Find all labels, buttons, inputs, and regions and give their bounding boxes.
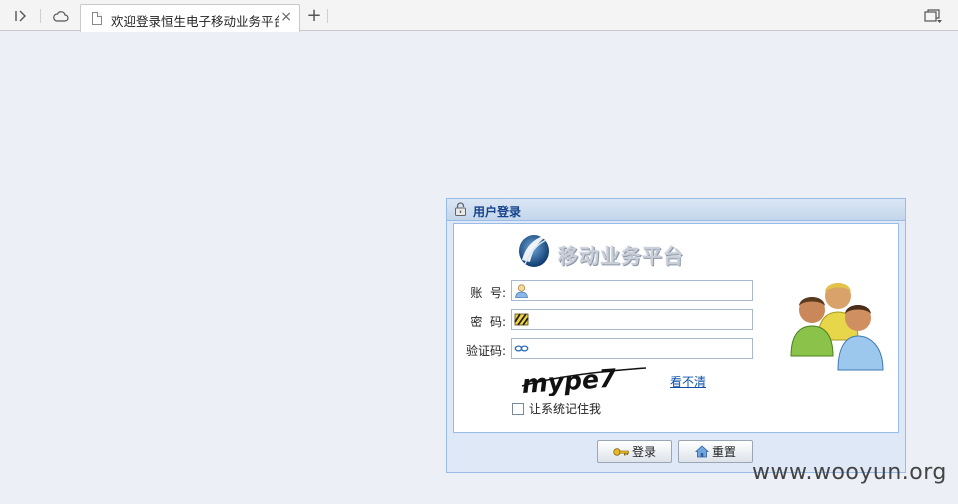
close-icon[interactable]: ×	[280, 9, 292, 25]
toolbar-divider	[40, 9, 41, 23]
panel-header: 用户登录	[447, 199, 905, 221]
new-tab-button[interactable]: +	[304, 5, 324, 27]
password-label: 密 码:	[470, 315, 506, 329]
key-icon	[613, 447, 629, 456]
login-button-label: 登录	[631, 445, 656, 459]
account-input[interactable]	[532, 282, 750, 299]
sidebar-toggle-icon[interactable]	[10, 5, 32, 27]
cloud-icon[interactable]	[50, 5, 72, 27]
tab-list-icon[interactable]	[922, 5, 944, 27]
logo-text: 移动业务平台	[558, 244, 684, 268]
account-field[interactable]	[511, 280, 753, 301]
captcha-image[interactable]: mype7	[520, 366, 650, 396]
watermark: www.wooyun.org	[752, 460, 947, 485]
tab-active[interactable]: 欢迎登录恒生电子移动业务平台 ×	[80, 4, 300, 32]
captcha-text: mype7	[521, 366, 618, 396]
logo: 移动业务平台	[516, 230, 686, 270]
password-input[interactable]	[532, 311, 750, 328]
panel-title: 用户登录	[473, 205, 522, 219]
user-icon	[515, 284, 528, 298]
captcha-label: 验证码:	[465, 344, 506, 358]
link-icon	[514, 345, 529, 352]
lock-icon	[455, 202, 466, 216]
browser-tab-strip: 欢迎登录恒生电子移动业务平台 × +	[0, 0, 958, 32]
reset-button[interactable]: 重置	[678, 440, 753, 463]
toolbar-divider	[327, 9, 328, 23]
login-button[interactable]: 登录	[597, 440, 672, 463]
home-icon	[694, 445, 709, 458]
captcha-input[interactable]	[532, 340, 750, 357]
remember-checkbox[interactable]	[512, 402, 524, 415]
login-panel: 用户登录 移动业务平台 账 号: 密 码: 验证码: mype7 看不清 让系统…	[446, 198, 906, 473]
remember-label: 让系统记住我	[529, 402, 602, 416]
reset-button-label: 重置	[711, 445, 736, 459]
users-group-icon	[790, 283, 884, 371]
refresh-captcha-link[interactable]: 看不清	[670, 373, 706, 390]
remember-me[interactable]: 让系统记住我	[512, 400, 601, 417]
password-field[interactable]	[511, 309, 753, 330]
logo-emblem-icon	[519, 234, 550, 267]
login-form: 移动业务平台 账 号: 密 码: 验证码: mype7 看不清 让系统记住我	[453, 223, 899, 433]
tab-title: 欢迎登录恒生电子移动业务平台	[111, 14, 279, 29]
captcha-field[interactable]	[511, 338, 753, 359]
page-icon	[92, 12, 102, 25]
password-icon	[514, 313, 529, 326]
account-label: 账 号:	[470, 286, 506, 300]
